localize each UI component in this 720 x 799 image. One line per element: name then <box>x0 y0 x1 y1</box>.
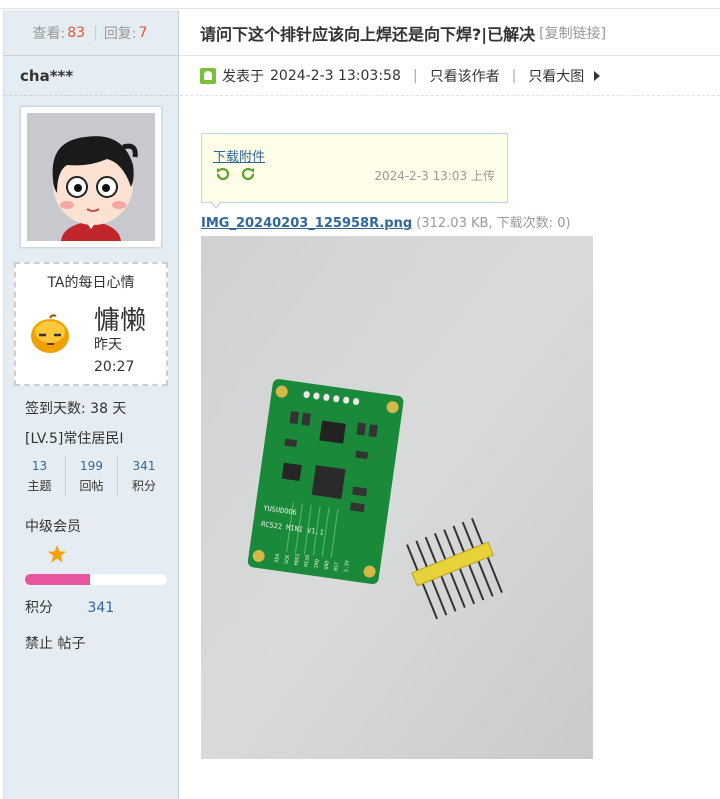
rank-stars <box>4 544 178 566</box>
attachment-photo[interactable]: YUSUDOO6 RC522 MINI V1.1 SDA SCK MOSI MISO I… <box>201 236 593 759</box>
post-main: 请问下这个排针应该向上焊还是向下焊?|已解决 [复制链接] 发表于 2024-2… <box>180 10 720 799</box>
stat-value: 13 <box>31 459 48 473</box>
replies-count: 7 <box>138 24 148 41</box>
star-icon <box>48 545 66 563</box>
divider: | <box>93 24 98 41</box>
pcb-pin-label: IRQ <box>314 559 321 569</box>
ban-link[interactable]: 禁止 <box>25 636 53 652</box>
thread-counts: 查看: 83 | 回复: 7 <box>4 10 178 56</box>
online-user-icon <box>200 67 216 84</box>
pcb-pin-label: SCK <box>284 555 291 565</box>
stat-posts[interactable]: 199 回帖 <box>66 456 118 496</box>
author-only-link[interactable]: 只看该作者 <box>430 66 500 86</box>
progress-bar <box>25 574 167 585</box>
post-meta: 发表于 2024-2-3 13:03:58 | 只看该作者 | 只看大图 <box>180 56 720 96</box>
attachment-file: IMG_20240203_125958R.png (312.03 KB, 下载次… <box>201 212 571 231</box>
copy-link-button[interactable]: [复制链接] <box>539 23 606 43</box>
author-sidebar: 查看: 83 | 回复: 7 cha*** TA的每日心情 慵懒 昨天 20:2… <box>3 10 179 799</box>
page: 查看: 83 | 回复: 7 cha*** TA的每日心情 慵懒 昨天 20:2… <box>0 0 720 799</box>
stat-label: 主题 <box>27 479 52 493</box>
divider: | <box>412 67 418 84</box>
pcb-pin-label: RST <box>333 562 340 572</box>
pcb-pin-label: GND <box>323 560 330 570</box>
avatar[interactable] <box>20 106 162 248</box>
moon-icon <box>26 546 34 562</box>
download-link[interactable]: 下载附件 <box>213 146 265 165</box>
views-count: 83 <box>67 24 86 41</box>
mood-word: 慵懒 <box>94 306 147 336</box>
stat-value: 341 <box>132 459 156 473</box>
mood-time: 昨天 20:27 <box>94 337 135 375</box>
points-row: 积分 341 <box>4 597 178 617</box>
thread-title: 请问下这个排针应该向上焊还是向下焊?|已解决 <box>200 24 536 44</box>
points-value: 341 <box>87 600 115 616</box>
user-stats: 13 主题 199 回帖 341 积分 <box>4 456 178 496</box>
posted-time: 2024-2-3 13:03:58 <box>270 67 401 84</box>
attachment-tooltip: 下载附件 2024-2-3 13:03 上传 <box>201 133 508 203</box>
user-level[interactable]: [LV.5]常住居民I <box>4 428 178 448</box>
avatar-image <box>27 113 155 241</box>
tooltip-arrow <box>210 201 222 209</box>
replies-label: 回复: <box>103 25 137 42</box>
signin-days: 签到天数: 38 天 <box>25 401 127 417</box>
lazy-face-icon <box>28 312 72 360</box>
stat-topics[interactable]: 13 主题 <box>14 456 66 496</box>
posts-link[interactable]: 帖子 <box>57 636 85 652</box>
upload-time: 2024-2-3 13:03 上传 <box>374 169 495 183</box>
big-image-link[interactable]: 只看大图 <box>528 66 584 86</box>
views-label: 查看: <box>32 25 66 42</box>
stat-value: 199 <box>80 459 103 473</box>
rotate-left-icon[interactable] <box>215 166 231 182</box>
admin-links: 禁止 帖子 <box>4 633 178 653</box>
file-link[interactable]: IMG_20240203_125958R.png <box>201 216 412 231</box>
posted-label: 发表于 <box>222 68 264 85</box>
progress-fill <box>25 574 91 585</box>
author-name[interactable]: cha*** <box>4 56 178 96</box>
file-info: (312.03 KB, 下载次数: 0) <box>416 216 571 231</box>
top-border <box>0 0 720 9</box>
play-arrow-icon[interactable] <box>594 70 601 81</box>
pcb-pin-label: SDA <box>274 553 281 563</box>
divider: | <box>511 67 517 84</box>
rotate-right-icon[interactable] <box>240 166 256 182</box>
member-rank[interactable]: 中级会员 <box>4 516 178 536</box>
mood-box: TA的每日心情 慵懒 昨天 20:27 <box>14 262 168 386</box>
stat-label: 积分 <box>131 479 156 493</box>
points-label: 积分 <box>25 600 53 616</box>
stat-points[interactable]: 341 积分 <box>118 456 170 496</box>
stat-label: 回帖 <box>79 479 104 493</box>
mood-title: TA的每日心情 <box>47 275 135 291</box>
thread-header: 请问下这个排针应该向上焊还是向下焊?|已解决 [复制链接] <box>180 10 720 56</box>
